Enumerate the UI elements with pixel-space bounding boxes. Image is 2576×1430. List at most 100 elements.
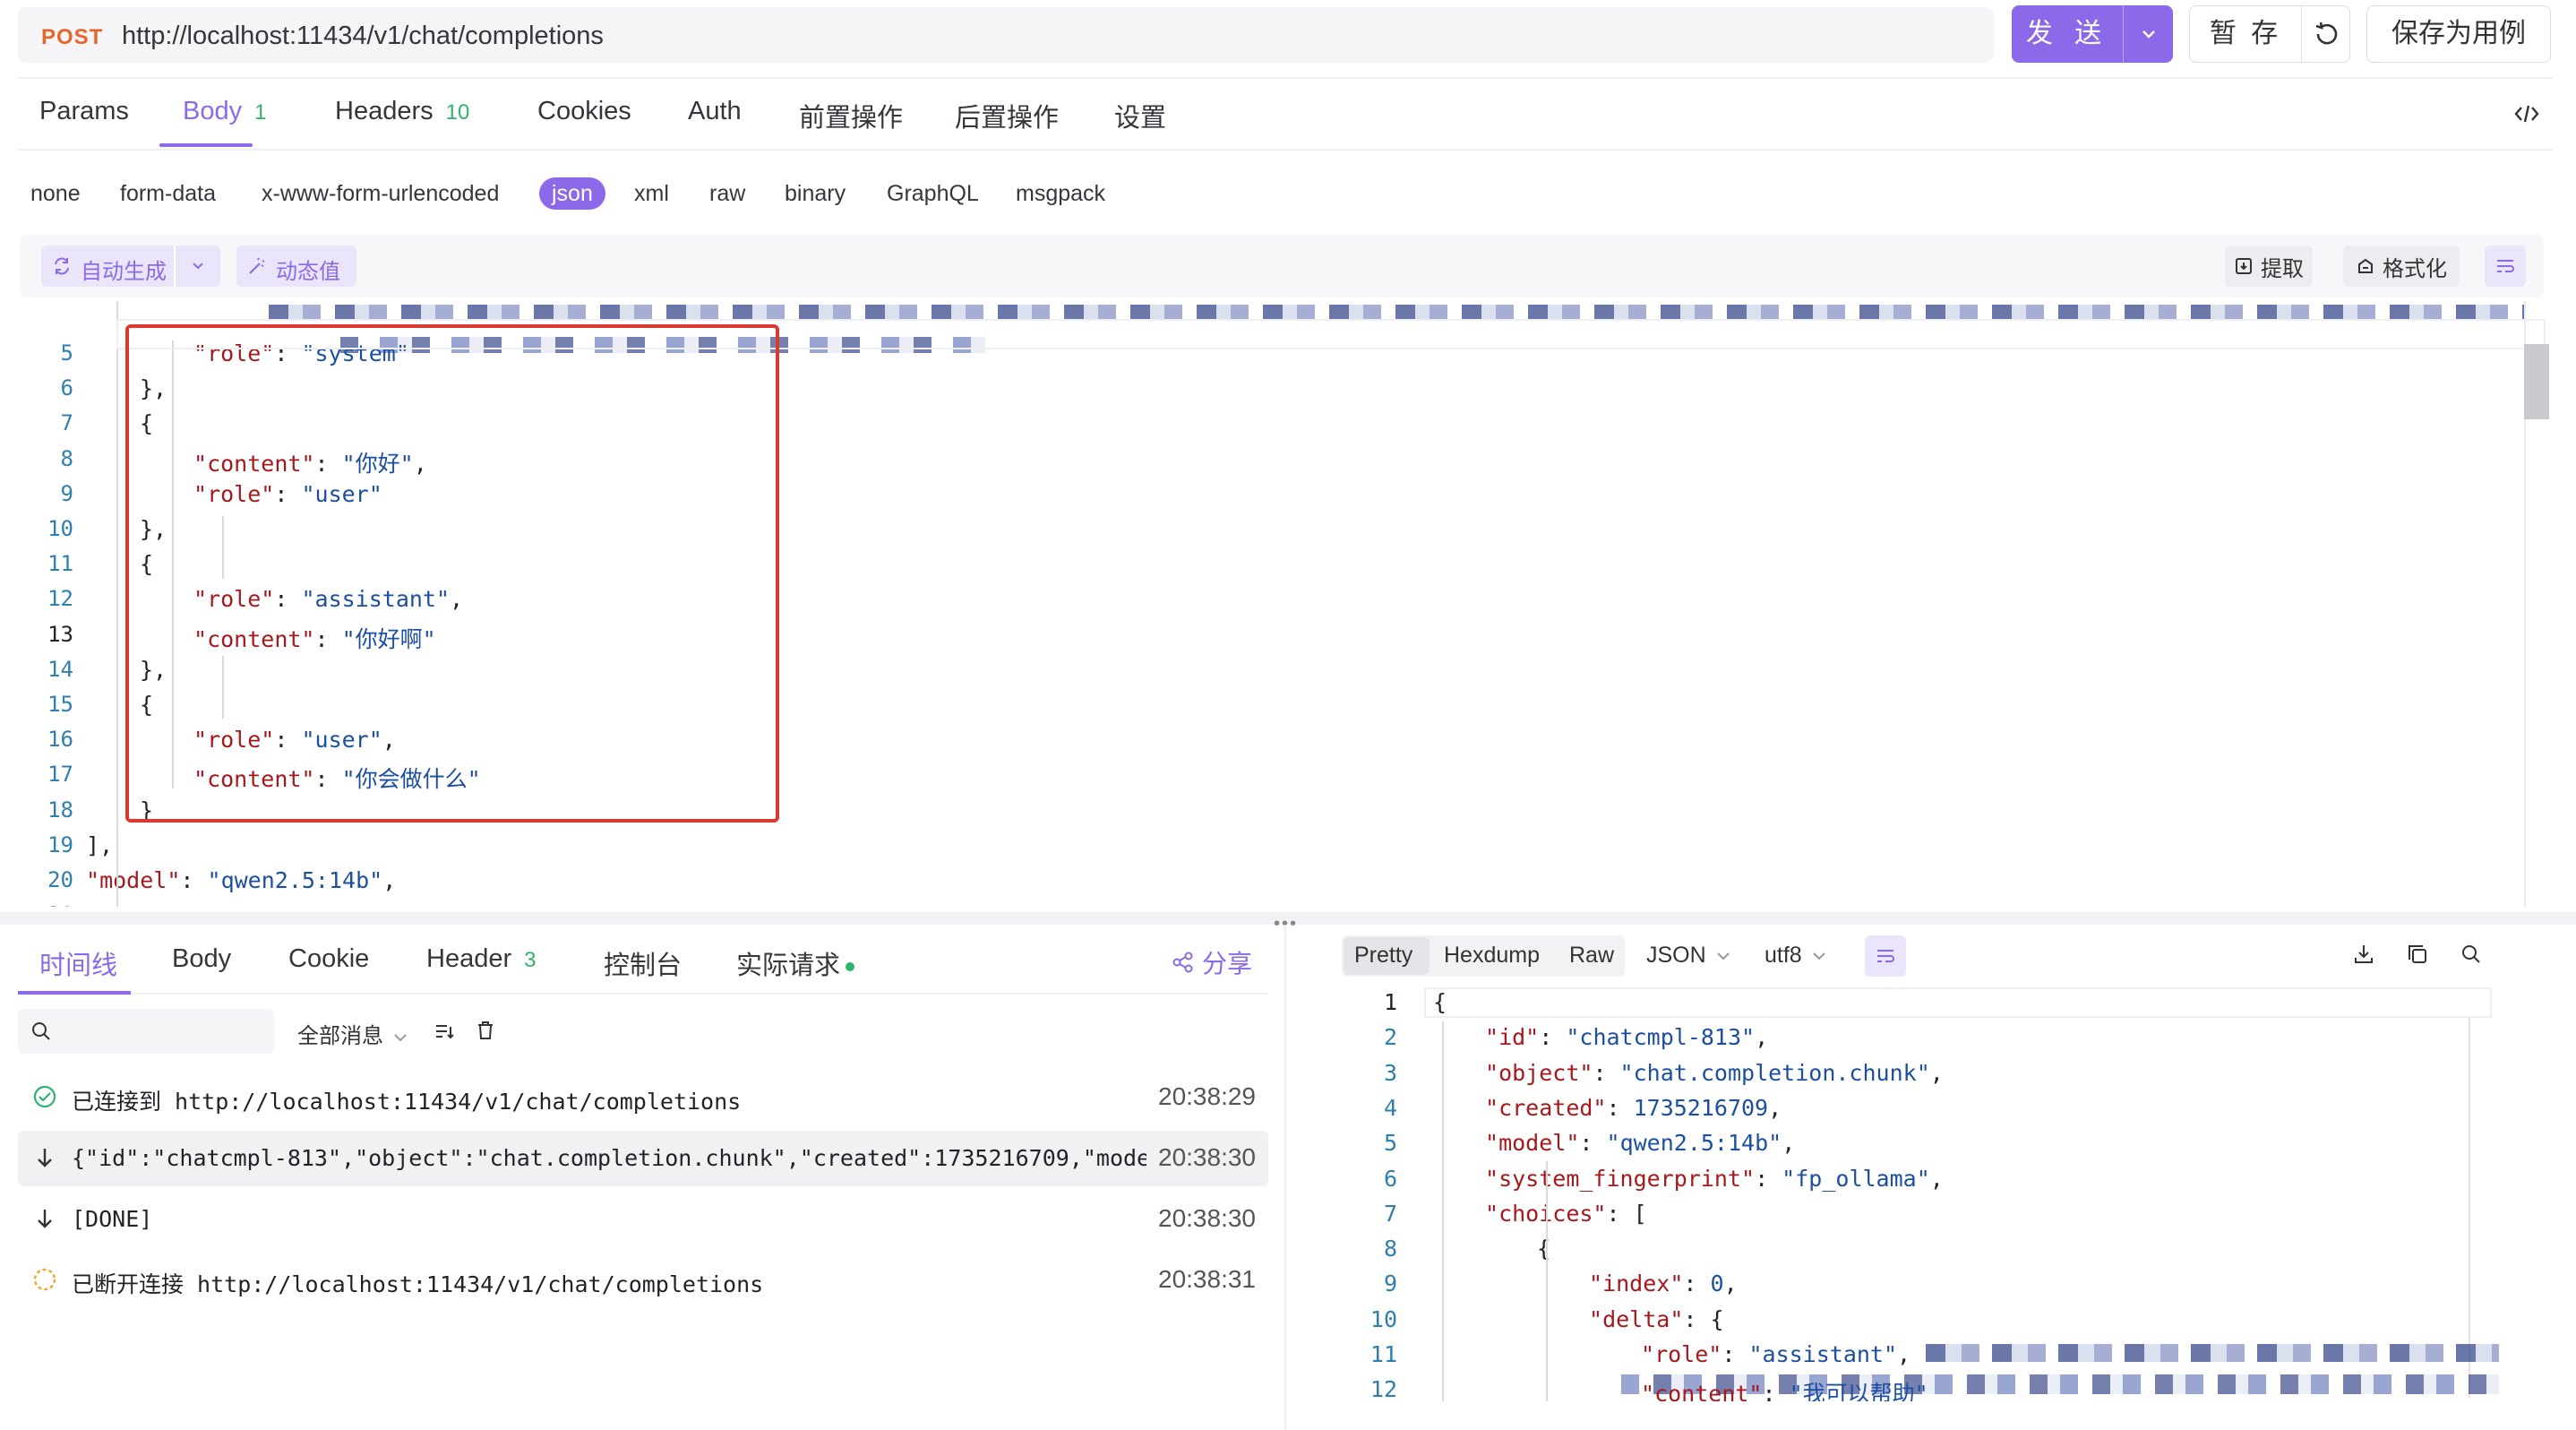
response-body-viewer[interactable]: 1{2 "id": "chatcmpl-813", 3 "object": "chat… bbox=[1352, 986, 2517, 1401]
comma: , bbox=[1929, 1059, 1944, 1086]
body-type-json[interactable]: json bbox=[539, 177, 605, 210]
body-type-binary[interactable]: binary bbox=[785, 177, 846, 210]
comma: , bbox=[275, 902, 288, 907]
tab-post-ops[interactable]: 后置操作 bbox=[955, 97, 1059, 142]
send-button[interactable]: 发 送 bbox=[2012, 5, 2173, 63]
encoding-select[interactable]: utf8 bbox=[1765, 943, 1826, 969]
search-icon bbox=[30, 1021, 52, 1042]
trash-icon[interactable] bbox=[475, 1020, 496, 1041]
json-string-value: chat.completion.chunk bbox=[1633, 1059, 1917, 1086]
indent-guide bbox=[116, 301, 118, 907]
divider bbox=[18, 993, 1268, 995]
quote: " bbox=[180, 902, 193, 907]
timeline-search-input[interactable] bbox=[18, 1009, 274, 1054]
body-type-none[interactable]: none bbox=[30, 177, 81, 210]
tab-body[interactable]: Body 1 bbox=[183, 97, 266, 142]
quote: " bbox=[1748, 1381, 1763, 1401]
json-literal-value: 1735216709 bbox=[1633, 1094, 1769, 1121]
tab-cookies[interactable]: Cookies bbox=[537, 97, 631, 142]
quote: " bbox=[1883, 1341, 1898, 1367]
comma: , bbox=[1897, 1341, 1911, 1367]
sort-icon[interactable] bbox=[434, 1021, 455, 1041]
tab-response-header[interactable]: Header 3 bbox=[426, 944, 536, 974]
url-bar[interactable]: POST http://localhost:11434/v1/chat/comp… bbox=[18, 7, 1994, 63]
save-as-case-button[interactable]: 保存为用例 bbox=[2366, 5, 2551, 63]
format-raw-button[interactable]: Raw bbox=[1569, 943, 1614, 969]
body-type-form-data[interactable]: form-data bbox=[120, 177, 216, 210]
format-hexdump-button[interactable]: Hexdump bbox=[1444, 943, 1540, 969]
json-string-value: qwen2.5:14b bbox=[1619, 1130, 1769, 1157]
line-number: 10 bbox=[1370, 1305, 1397, 1332]
code-line: ], bbox=[86, 832, 113, 858]
line-number: 14 bbox=[47, 656, 73, 682]
comma: , bbox=[382, 867, 397, 893]
quote: " bbox=[1579, 1059, 1593, 1086]
line-number: 21 bbox=[18, 902, 73, 907]
tab-params[interactable]: Params bbox=[39, 97, 129, 142]
colon: : bbox=[1539, 1024, 1567, 1051]
timeline-item[interactable]: 已断开连接 http://localhost:11434/v1/chat/com… bbox=[18, 1253, 1268, 1308]
chevron-down-icon[interactable] bbox=[192, 262, 204, 271]
body-type-xml[interactable]: xml bbox=[634, 177, 669, 210]
body-type-graphql[interactable]: GraphQL bbox=[887, 177, 979, 210]
format-button[interactable]: 格式化 bbox=[2343, 246, 2460, 287]
wrap-lines-button[interactable] bbox=[1865, 935, 1906, 977]
format-pretty-label[interactable]: Pretty bbox=[1354, 943, 1413, 969]
save-button[interactable]: 暂 存 bbox=[2189, 5, 2350, 63]
quote: " bbox=[1916, 1165, 1930, 1192]
search-icon[interactable] bbox=[2460, 943, 2483, 966]
colon: : bbox=[1579, 1130, 1607, 1157]
timeline-item[interactable]: [DONE] 20:38:30 bbox=[18, 1192, 1268, 1247]
json-key: model bbox=[1498, 1130, 1567, 1157]
code-icon[interactable] bbox=[2513, 100, 2540, 127]
chevron-down-icon[interactable] bbox=[2123, 5, 2173, 63]
tab-auth[interactable]: Auth bbox=[688, 97, 742, 142]
line-number: 7 bbox=[1383, 1200, 1397, 1227]
url-input[interactable]: http://localhost:11434/v1/chat/completio… bbox=[122, 22, 604, 51]
refresh-icon[interactable] bbox=[2301, 6, 2351, 62]
response-type-select[interactable]: JSON bbox=[1646, 943, 1730, 969]
line-number: 5 bbox=[60, 340, 73, 366]
highlight-box bbox=[125, 324, 779, 823]
body-type-msgpack[interactable]: msgpack bbox=[1016, 177, 1105, 210]
share-button[interactable]: 分享 bbox=[1172, 944, 1252, 980]
tab-headers[interactable]: Headers 10 bbox=[335, 97, 469, 142]
code-line: { bbox=[1433, 989, 1447, 1015]
refresh-icon bbox=[52, 256, 72, 276]
tab-settings[interactable]: 设置 bbox=[1114, 97, 1166, 142]
dynamic-value-label: 动态值 bbox=[276, 260, 340, 284]
tab-console[interactable]: 控制台 bbox=[604, 944, 682, 982]
json-key: content bbox=[1654, 1381, 1749, 1401]
body-type-urlencoded[interactable]: x-www-form-urlencoded bbox=[262, 177, 499, 210]
tab-timeline[interactable]: 时间线 bbox=[39, 944, 117, 982]
tab-actual-request[interactable]: 实际请求 bbox=[736, 944, 855, 982]
copy-icon[interactable] bbox=[2406, 943, 2429, 966]
save-label: 暂 存 bbox=[2209, 19, 2282, 48]
timeline-item[interactable]: {"id":"chatcmpl-813","object":"chat.comp… bbox=[18, 1131, 1268, 1186]
code-line: "model": "qwen2.5:14b", bbox=[86, 867, 396, 893]
tab-response-body[interactable]: Body bbox=[172, 944, 231, 974]
dynamic-value-button[interactable]: 动态值 bbox=[236, 246, 356, 287]
body-type-raw[interactable]: raw bbox=[709, 177, 745, 210]
line-number: 10 bbox=[47, 516, 73, 541]
divider bbox=[18, 77, 2553, 79]
quote: " bbox=[1485, 1094, 1499, 1121]
colon: : bbox=[1683, 1305, 1711, 1332]
auto-generate-button[interactable]: 自动生成 bbox=[41, 246, 220, 287]
extract-button[interactable]: 提取 bbox=[2225, 246, 2313, 287]
timeline-item[interactable]: 已连接到 http://localhost:11434/v1/chat/comp… bbox=[18, 1070, 1268, 1125]
line-number: 16 bbox=[47, 727, 73, 753]
editor-scrollbar[interactable] bbox=[2524, 344, 2549, 419]
download-icon[interactable] bbox=[2352, 943, 2375, 966]
wrap-lines-button[interactable] bbox=[2485, 246, 2526, 287]
line-number: 7 bbox=[60, 410, 73, 436]
tab-pre-ops[interactable]: 前置操作 bbox=[799, 97, 903, 142]
method-select[interactable]: POST bbox=[41, 25, 103, 50]
colon: : bbox=[1762, 1381, 1790, 1401]
comma: , bbox=[1755, 1024, 1769, 1051]
tab-response-cookie[interactable]: Cookie bbox=[288, 944, 369, 974]
tab-count: 10 bbox=[445, 100, 470, 125]
message-filter-select[interactable]: 全部消息 bbox=[297, 1018, 408, 1049]
active-tab-indicator bbox=[159, 143, 253, 147]
line-number: 12 bbox=[1370, 1376, 1397, 1401]
